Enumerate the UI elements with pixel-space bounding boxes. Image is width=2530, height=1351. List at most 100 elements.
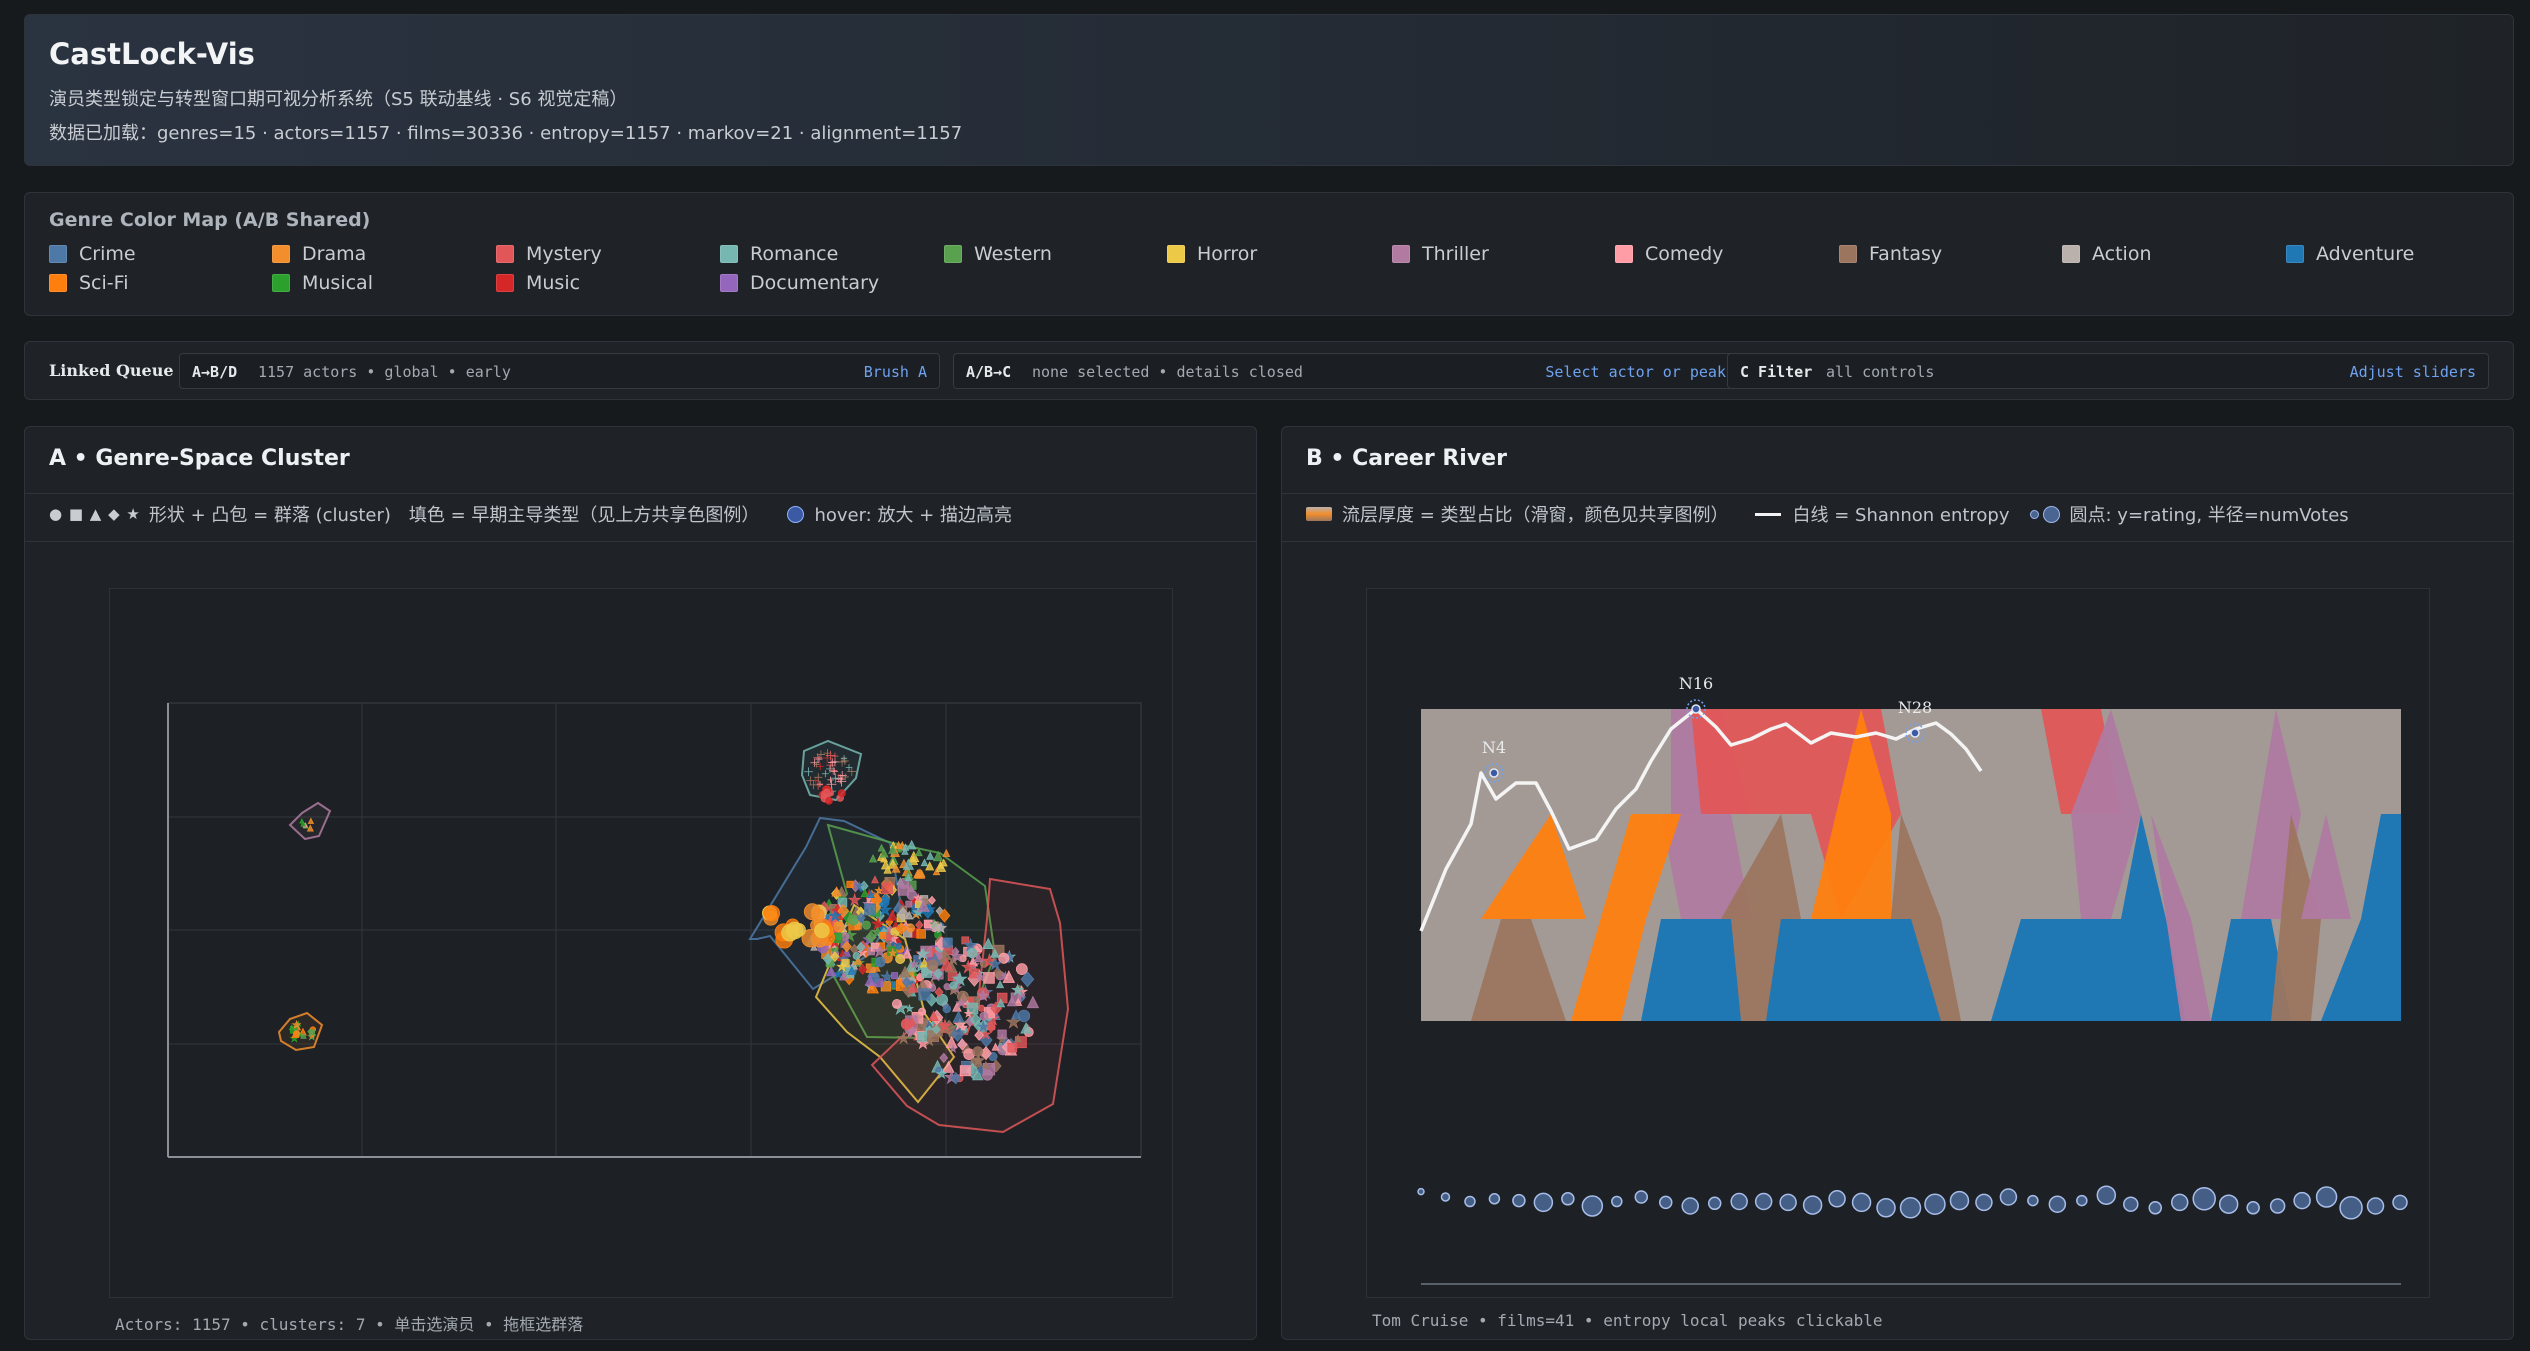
actor-point[interactable] (803, 903, 821, 921)
film-rating-dot[interactable] (1779, 1193, 1797, 1212)
film-rating-dot[interactable] (2170, 1193, 2189, 1212)
actor-point[interactable] (879, 931, 887, 939)
film-rating-dot[interactable] (1754, 1192, 1773, 1211)
legend-item-comedy[interactable]: Comedy (1615, 243, 1723, 265)
legend-item-fantasy[interactable]: Fantasy (1839, 243, 1942, 265)
film-rating-dot[interactable] (1561, 1192, 1575, 1206)
actor-point[interactable] (891, 972, 899, 980)
film-rating-dot[interactable] (2392, 1194, 2408, 1211)
film-rating-dot[interactable] (1512, 1193, 1526, 1208)
actor-point[interactable] (926, 959, 939, 971)
actor-point[interactable] (967, 947, 978, 959)
film-rating-dot[interactable] (1533, 1192, 1554, 1213)
actor-point[interactable] (916, 1023, 927, 1033)
actor-point[interactable] (918, 988, 931, 1001)
cluster-plot-frame[interactable] (109, 588, 1173, 1298)
queue-chip-c-filter[interactable]: C Filter all controls Adjust sliders (1727, 353, 2489, 389)
select-actor-link[interactable]: Select actor or peak (1545, 363, 1726, 381)
actor-point[interactable] (942, 848, 951, 857)
legend-item-action[interactable]: Action (2062, 243, 2152, 265)
actor-point[interactable] (895, 954, 906, 965)
film-rating-dot[interactable] (1634, 1190, 1649, 1204)
actor-point[interactable] (979, 1011, 989, 1021)
legend-item-adventure[interactable]: Adventure (2286, 243, 2414, 265)
film-rating-dot[interactable] (1707, 1196, 1722, 1211)
actor-point[interactable] (898, 884, 909, 896)
film-rating-dot[interactable] (2293, 1191, 2311, 1210)
film-rating-dot[interactable] (2192, 1187, 2216, 1211)
actor-point[interactable] (825, 797, 833, 805)
legend-item-documentary[interactable]: Documentary (720, 272, 879, 294)
film-rating-dot[interactable] (1417, 1187, 1425, 1196)
actor-point[interactable] (1007, 1042, 1018, 1053)
actor-point[interactable] (847, 914, 859, 926)
actor-point[interactable] (874, 956, 886, 968)
actor-point[interactable] (959, 955, 967, 963)
film-rating-dot[interactable] (1828, 1190, 1846, 1208)
queue-chip-ab-to-c[interactable]: A/B→C none selected • details closed Sel… (953, 353, 1739, 389)
actor-point[interactable] (906, 839, 917, 850)
film-rating-dot[interactable] (1681, 1197, 1699, 1215)
actor-point[interactable] (823, 788, 831, 796)
cluster-scatter-plot[interactable] (110, 589, 1172, 1297)
film-rating-dot[interactable] (2218, 1194, 2239, 1214)
legend-item-horror[interactable]: Horror (1167, 243, 1257, 265)
legend-item-crime[interactable]: Crime (49, 243, 136, 265)
film-rating-dot[interactable] (1999, 1188, 2018, 1206)
legend-item-romance[interactable]: Romance (720, 243, 838, 265)
actor-point[interactable] (943, 983, 951, 991)
actor-point[interactable] (918, 1007, 927, 1016)
actor-point[interactable] (862, 920, 871, 930)
actor-point[interactable] (309, 1029, 316, 1036)
film-rating-dot[interactable] (2048, 1195, 2067, 1213)
legend-item-mystery[interactable]: Mystery (496, 243, 602, 265)
film-rating-dot[interactable] (2366, 1197, 2385, 1215)
career-river-chart[interactable]: N4 N16 N28 (1367, 589, 2429, 1297)
actor-point[interactable] (881, 882, 893, 895)
film-rating-dot[interactable] (2096, 1185, 2117, 1205)
actor-point[interactable] (997, 1029, 1007, 1039)
film-rating-dot[interactable] (1851, 1192, 1872, 1213)
actor-point[interactable] (972, 1046, 984, 1057)
actor-point[interactable] (837, 789, 846, 798)
film-rating-dot[interactable] (2148, 1201, 2162, 1215)
actor-point[interactable] (900, 1018, 913, 1030)
film-rating-dot[interactable] (2027, 1194, 2039, 1207)
actor-point[interactable] (1015, 963, 1028, 975)
actor-point[interactable] (841, 959, 850, 968)
actor-point[interactable] (852, 952, 861, 960)
film-rating-dot[interactable] (1581, 1195, 1604, 1217)
legend-item-thriller[interactable]: Thriller (1392, 243, 1489, 265)
actor-point[interactable] (978, 1004, 985, 1012)
legend-item-drama[interactable]: Drama (272, 243, 366, 265)
actor-point[interactable] (895, 942, 903, 950)
film-rating-dot[interactable] (1440, 1192, 1451, 1202)
film-rating-dot[interactable] (2339, 1196, 2363, 1220)
film-rating-dot[interactable] (2246, 1201, 2260, 1215)
actor-point[interactable] (957, 990, 969, 1003)
actor-point[interactable] (998, 952, 1010, 964)
film-rating-dot[interactable] (2269, 1198, 2286, 1214)
actor-point[interactable] (891, 999, 902, 1009)
legend-item-sci-fi[interactable]: Sci-Fi (49, 272, 128, 294)
actor-point[interactable] (905, 900, 913, 908)
film-rating-dot[interactable] (2123, 1196, 2139, 1212)
film-rating-dot[interactable] (1949, 1190, 1970, 1211)
actor-point[interactable] (942, 1004, 951, 1014)
film-rating-dot[interactable] (1464, 1195, 1476, 1208)
actor-point[interactable] (763, 905, 781, 922)
actor-point[interactable] (983, 972, 995, 984)
film-rating-dot[interactable] (2076, 1194, 2088, 1207)
film-rating-dot[interactable] (1924, 1193, 1946, 1215)
film-rating-dot[interactable] (2315, 1186, 2338, 1208)
actor-point[interactable] (916, 929, 926, 939)
actor-point[interactable] (906, 923, 915, 933)
legend-item-western[interactable]: Western (944, 243, 1052, 265)
film-rating-dot[interactable] (1659, 1195, 1673, 1210)
actor-point[interactable] (916, 1031, 927, 1042)
actor-point[interactable] (864, 903, 876, 916)
career-river-frame[interactable]: N4 N16 N28 (1366, 588, 2430, 1298)
actor-point[interactable] (814, 922, 830, 939)
film-rating-dot[interactable] (1730, 1192, 1748, 1211)
legend-item-music[interactable]: Music (496, 272, 580, 294)
